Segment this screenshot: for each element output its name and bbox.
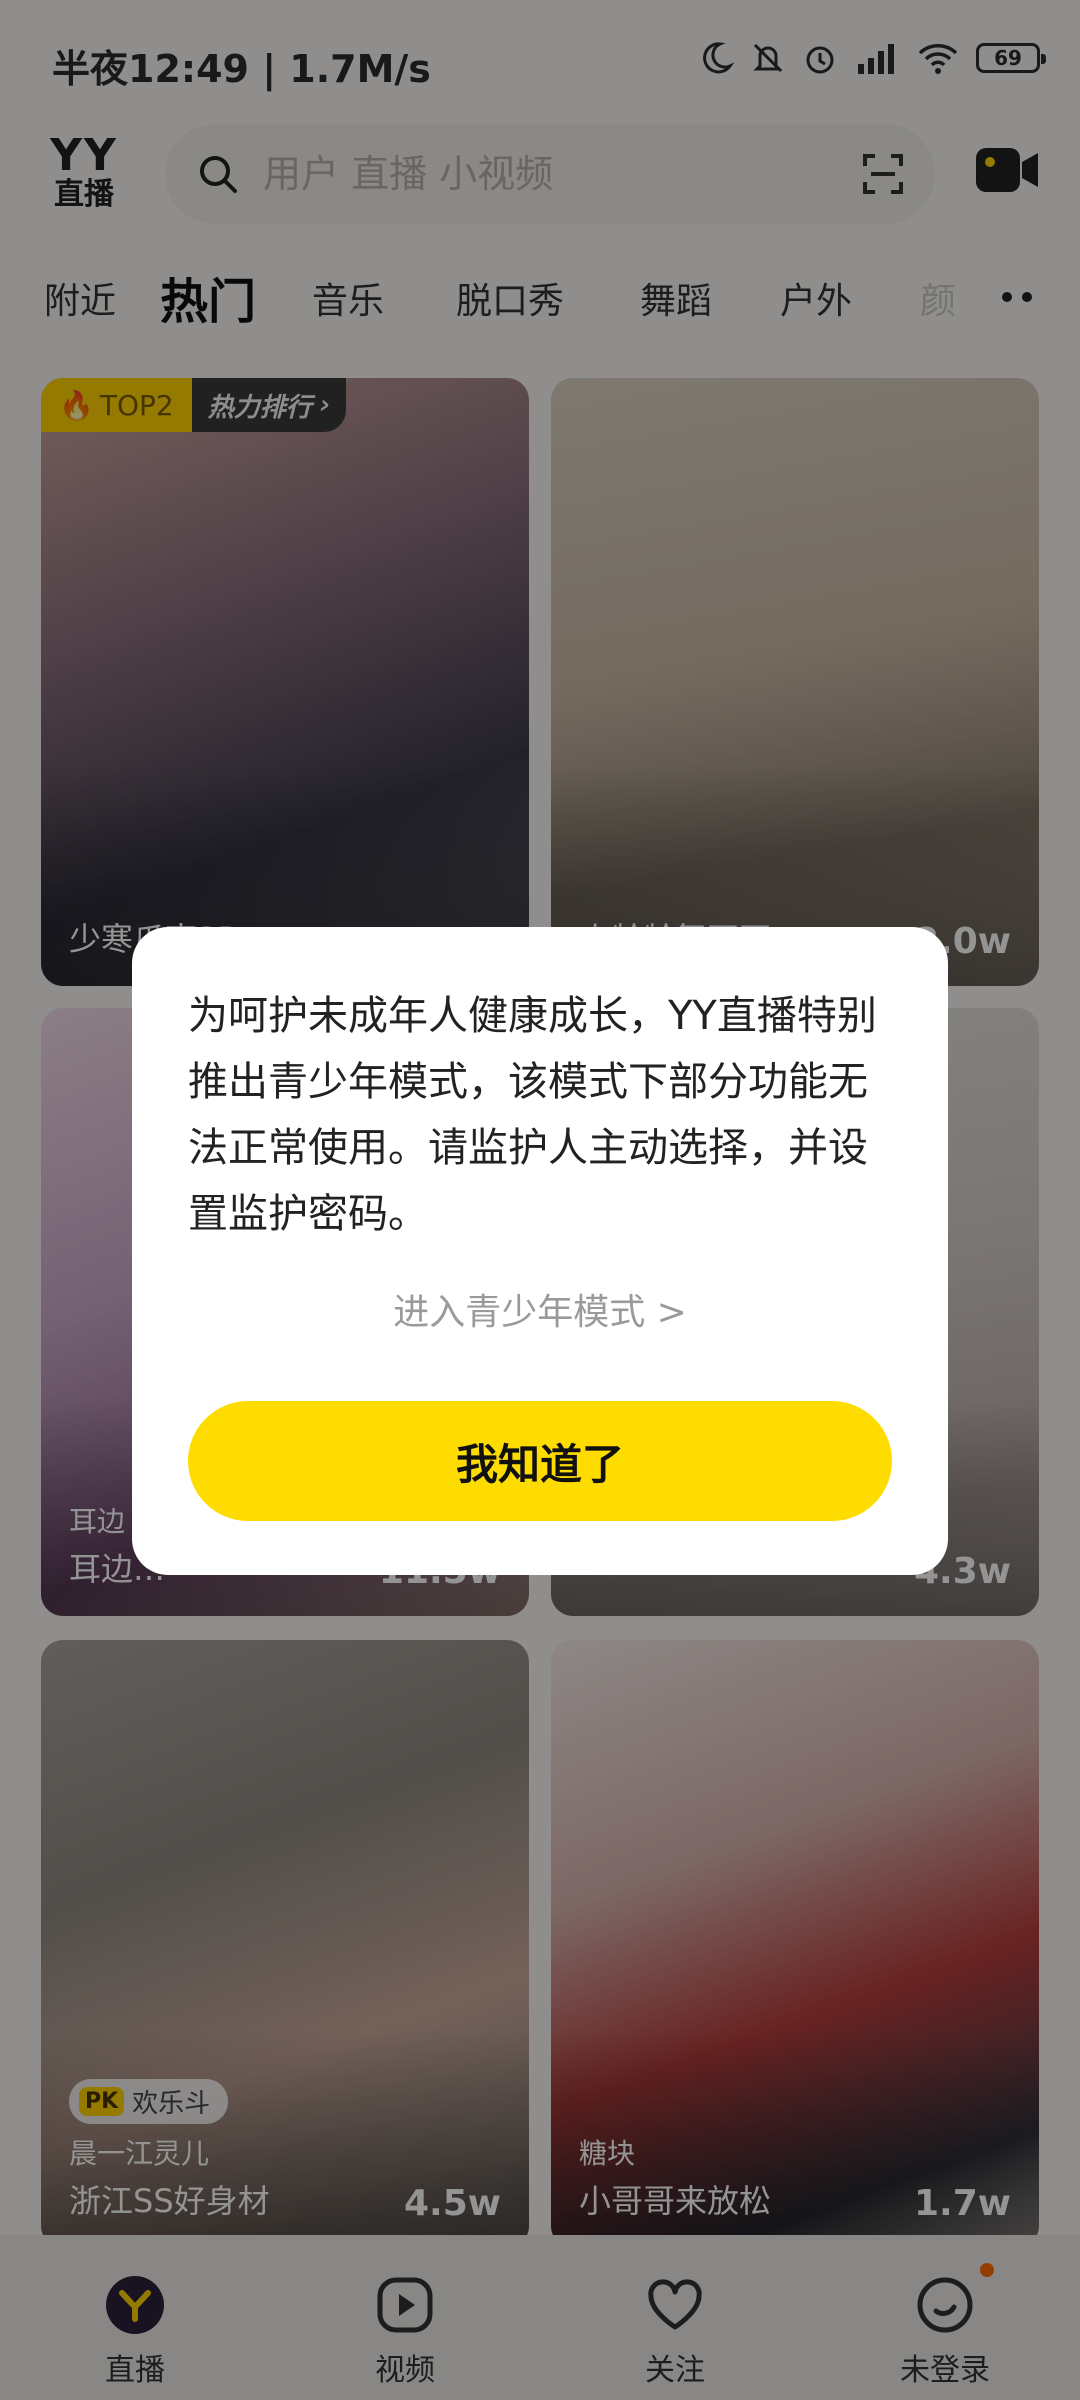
enter-teen-mode-link[interactable]: 进入青少年模式 >	[132, 1283, 948, 1335]
teen-mode-dialog: 为呵护未成年人健康成长，YY直播特别推出青少年模式，该模式下部分功能无法正常使用…	[132, 927, 948, 1575]
dialog-message: 为呵护未成年人健康成长，YY直播特别推出青少年模式，该模式下部分功能无法正常使用…	[188, 993, 877, 1237]
confirm-button[interactable]: 我知道了	[188, 1401, 892, 1521]
